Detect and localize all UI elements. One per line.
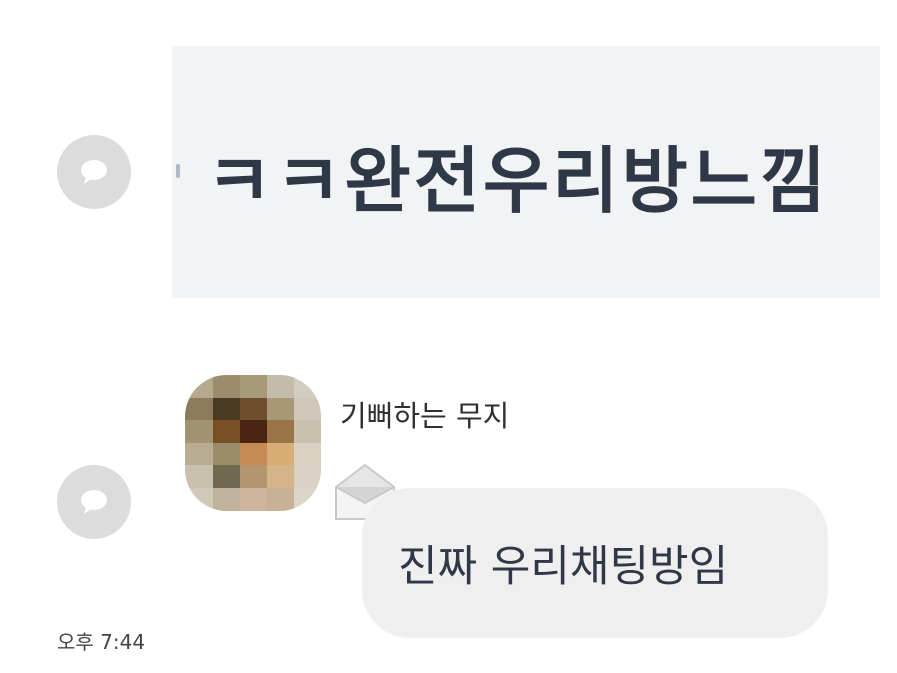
message-bubble[interactable]: 진짜 우리채팅방임 [362, 488, 828, 638]
sender-name[interactable]: 기뻐하는 무지 [340, 393, 509, 435]
quoted-message-text: ㅋㅋ완전우리방느낌 [206, 139, 830, 223]
message-timestamp: 오후 7:44 [57, 630, 146, 654]
reply-button-message[interactable] [57, 465, 131, 539]
speech-bubble-icon [81, 490, 107, 514]
message-text: 진짜 우리채팅방임 [398, 542, 729, 592]
speech-bubble-icon [81, 160, 107, 184]
reply-button-quoted[interactable] [57, 135, 131, 209]
quoted-edge-mark [176, 164, 180, 178]
avatar[interactable] [185, 375, 321, 511]
quoted-message-panel: ㅋㅋ완전우리방느낌 [172, 46, 880, 298]
